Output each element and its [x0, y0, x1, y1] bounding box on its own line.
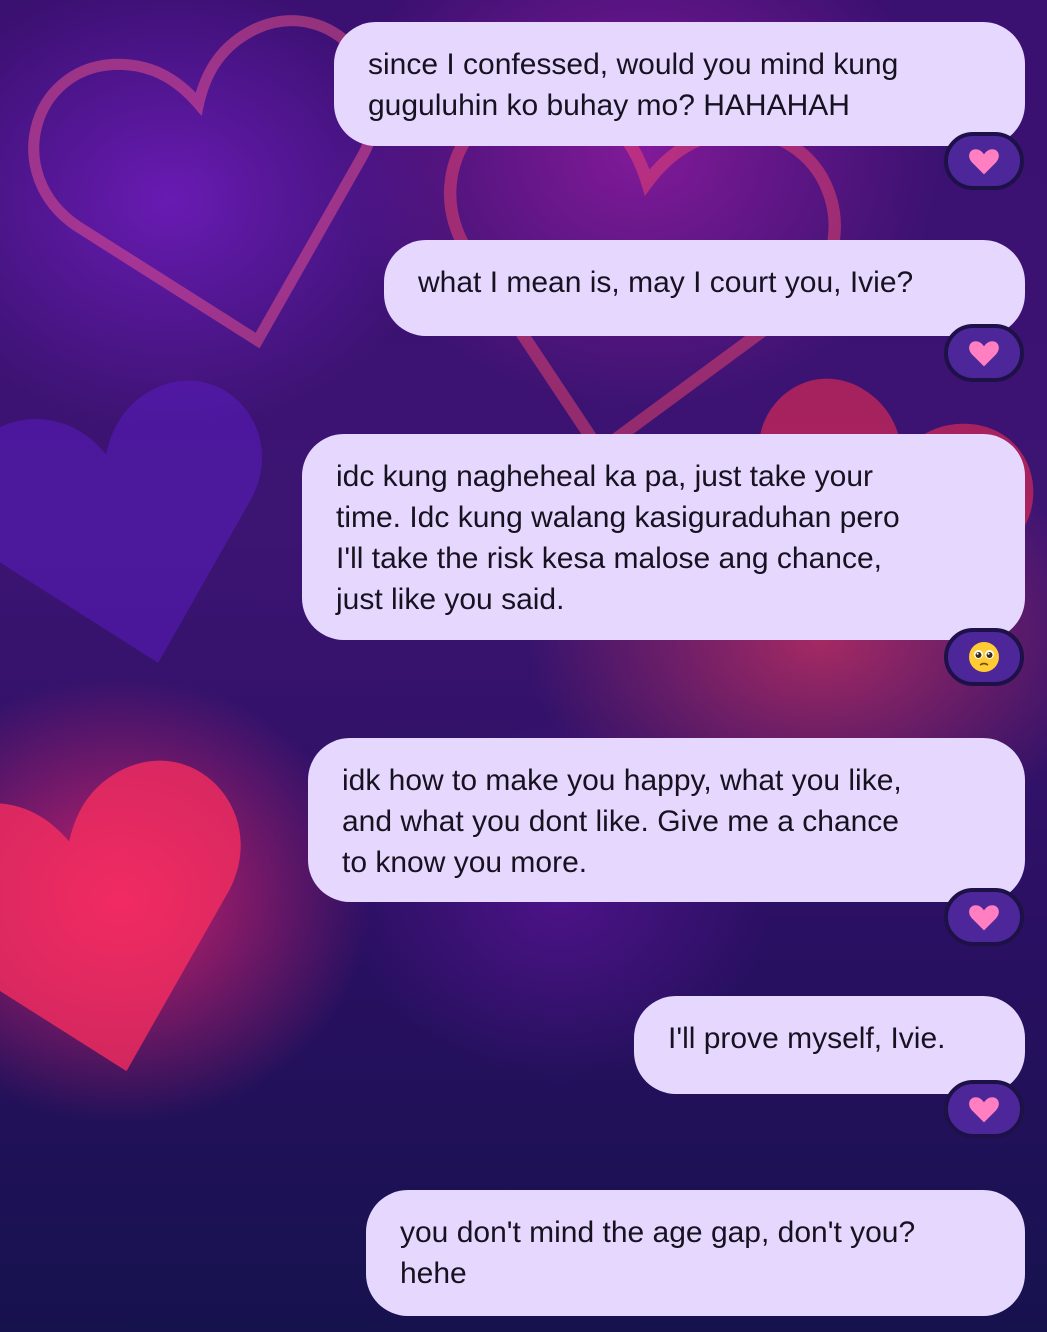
background-heart-decoration	[0, 760, 241, 1072]
pleading-face-icon	[969, 642, 999, 672]
message-reaction[interactable]	[944, 324, 1024, 382]
background-heart-decoration	[0, 380, 263, 663]
chat-background	[0, 0, 1047, 1332]
message-bubble[interactable]: since I confessed, would you mind kung g…	[334, 22, 1025, 146]
message-bubble[interactable]: idk how to make you happy, what you like…	[308, 738, 1025, 902]
heart-icon	[969, 149, 999, 175]
heart-icon	[969, 1097, 999, 1123]
heart-icon	[969, 905, 999, 931]
message-reaction[interactable]	[944, 628, 1024, 686]
message-reaction[interactable]	[944, 888, 1024, 946]
message-reaction[interactable]	[944, 1080, 1024, 1138]
message-bubble[interactable]: what I mean is, may I court you, Ivie?	[384, 240, 1025, 336]
heart-icon	[969, 341, 999, 367]
message-bubble[interactable]: you don't mind the age gap, don't you? h…	[366, 1190, 1025, 1316]
message-bubble[interactable]: I'll prove myself, Ivie.	[634, 996, 1025, 1094]
message-reaction[interactable]	[944, 132, 1024, 190]
message-bubble[interactable]: idc kung nagheheal ka pa, just take your…	[302, 434, 1025, 640]
